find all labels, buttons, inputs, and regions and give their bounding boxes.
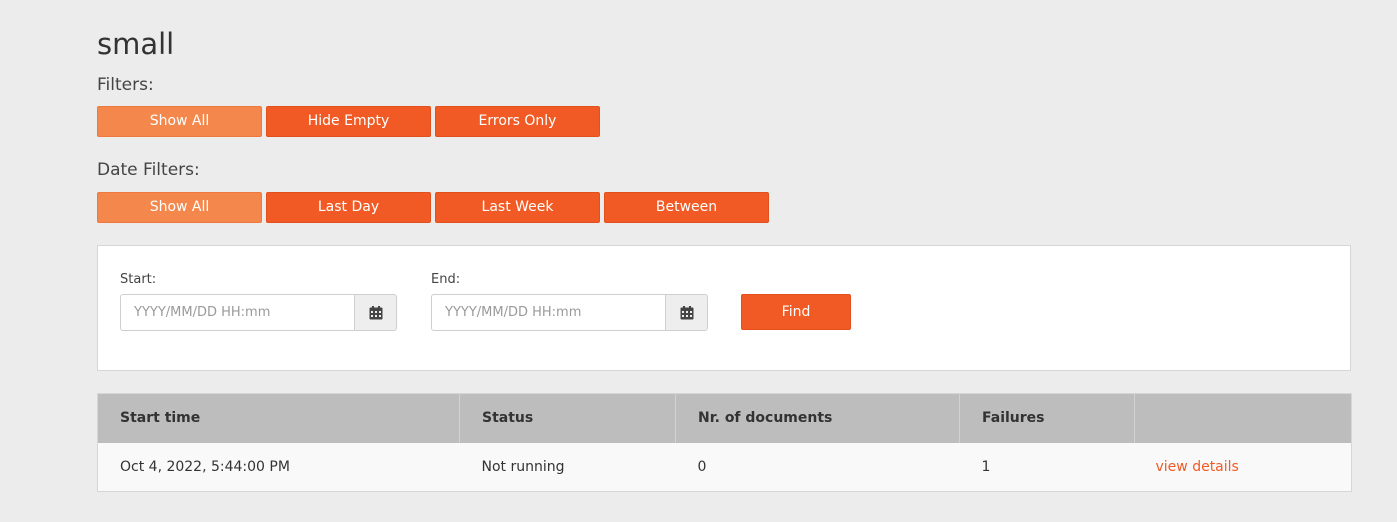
view-details-link[interactable]: view details [1156, 459, 1239, 475]
filters-button-group: Show All Hide Empty Errors Only [97, 106, 600, 137]
column-header-status: Status [459, 393, 676, 443]
column-header-start-time: Start time [97, 393, 460, 443]
column-header-actions [1134, 393, 1352, 443]
end-calendar-button[interactable] [665, 294, 708, 331]
end-date-group [431, 294, 708, 331]
date-filter-last-day-button[interactable]: Last Day [266, 192, 431, 223]
end-date-input[interactable] [431, 294, 665, 331]
cell-failures: 1 [959, 442, 1135, 492]
date-range-panel: Start: End: [97, 245, 1351, 371]
find-button[interactable]: Find [741, 294, 851, 330]
column-header-failures: Failures [959, 393, 1135, 443]
start-calendar-button[interactable] [354, 294, 397, 331]
date-filter-between-button[interactable]: Between [604, 192, 769, 223]
filter-errors-only-button[interactable]: Errors Only [435, 106, 600, 137]
cell-start-time: Oct 4, 2022, 5:44:00 PM [97, 442, 460, 492]
table-header-row: Start time Status Nr. of documents Failu… [97, 393, 1352, 443]
filters-label: Filters: [97, 75, 154, 95]
date-filter-show-all-button[interactable]: Show All [97, 192, 262, 223]
cell-documents: 0 [675, 442, 960, 492]
start-date-group [120, 294, 397, 331]
start-date-input[interactable] [120, 294, 354, 331]
calendar-icon [369, 305, 382, 319]
date-filters-button-group: Show All Last Day Last Week Between [97, 192, 769, 223]
filter-hide-empty-button[interactable]: Hide Empty [266, 106, 431, 137]
cell-status: Not running [459, 442, 676, 492]
page-title: small [97, 27, 175, 61]
column-header-documents: Nr. of documents [675, 393, 960, 443]
date-filters-label: Date Filters: [97, 160, 200, 180]
start-label: Start: [120, 272, 157, 287]
end-label: End: [431, 272, 461, 287]
filter-show-all-button[interactable]: Show All [97, 106, 262, 137]
calendar-icon [680, 305, 693, 319]
page: small Filters: Show All Hide Empty Error… [0, 0, 1397, 522]
cell-action: view details [1134, 442, 1352, 492]
runs-table: Start time Status Nr. of documents Failu… [97, 393, 1352, 492]
table-row: Oct 4, 2022, 5:44:00 PM Not running 0 1 … [97, 442, 1352, 492]
date-filter-last-week-button[interactable]: Last Week [435, 192, 600, 223]
